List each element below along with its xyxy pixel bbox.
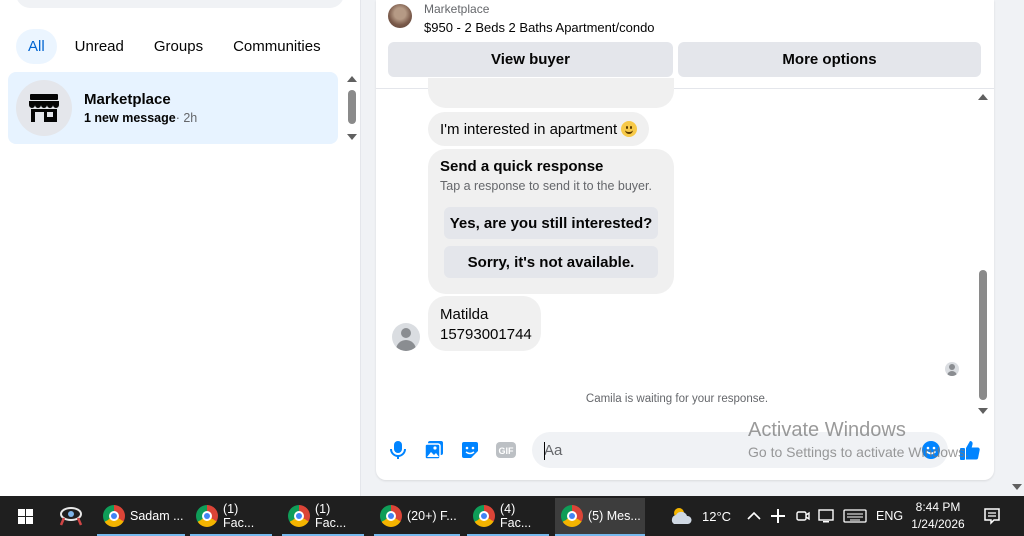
emoji-icon[interactable]	[919, 438, 943, 462]
taskbar-app-0[interactable]: Sadam ...	[97, 498, 185, 536]
network-icon[interactable]	[818, 496, 836, 536]
conversation-title: Marketplace	[84, 91, 171, 108]
scroll-up-icon[interactable]	[347, 76, 357, 82]
input-language[interactable]: ENG	[876, 496, 903, 536]
scrollbar-thumb[interactable]	[979, 270, 987, 400]
chat-header: Marketplace $950 - 2 Beds 2 Baths Apartm…	[376, 0, 994, 89]
chrome-icon	[103, 505, 125, 527]
listing-source: Marketplace	[424, 2, 490, 16]
message-text: I'm interested in apartment	[440, 120, 618, 138]
filter-communities[interactable]: Communities	[221, 29, 333, 64]
taskbar-app-3[interactable]: (20+) F...	[374, 498, 460, 536]
conversation-item-marketplace[interactable]: Marketplace 1 new message· 2h	[8, 72, 338, 144]
notification-center-icon[interactable]	[983, 496, 1001, 536]
keyboard-icon[interactable]	[843, 496, 867, 536]
taskbar-app-label: (20+) F...	[407, 509, 457, 523]
chrome-icon	[380, 505, 402, 527]
conversation-list-scrollbar[interactable]	[345, 76, 359, 140]
page-scrollbar[interactable]	[1009, 480, 1024, 496]
view-buyer-button[interactable]: View buyer	[388, 42, 673, 77]
clock-time: 8:44 PM	[915, 500, 961, 514]
photo-gallery-icon[interactable]	[422, 438, 446, 462]
quick-response-card: Send a quick response Tap a response to …	[428, 149, 674, 294]
chat-scrollbar[interactable]	[976, 92, 990, 416]
filter-unread[interactable]: Unread	[63, 29, 136, 64]
windows-logo-icon	[17, 508, 33, 524]
chat-window: Marketplace $950 - 2 Beds 2 Baths Apartm…	[376, 0, 994, 480]
seen-receipt-avatar	[945, 362, 959, 376]
meet-now-icon[interactable]	[795, 496, 811, 536]
message-composer: GIF	[376, 430, 994, 470]
filter-all[interactable]: All	[16, 29, 57, 64]
message-bubble-contact: Matilda 15793001744	[428, 296, 541, 351]
marketplace-store-icon	[16, 80, 72, 136]
quick-response-subtitle: Tap a response to send it to the buyer.	[440, 179, 652, 193]
message-bubble-interest: I'm interested in apartment	[428, 112, 650, 146]
quick-reply-still-interested-button[interactable]: Yes, are you still interested?	[444, 207, 658, 239]
text-cursor	[544, 442, 545, 460]
show-hidden-icons-chevron-icon[interactable]	[747, 496, 761, 536]
taskbar-app-2[interactable]: (1) Fac...	[282, 498, 364, 536]
quick-response-title: Send a quick response	[440, 158, 604, 175]
scroll-down-icon[interactable]	[347, 134, 357, 140]
system-clock[interactable]: 8:44 PM 1/24/2026	[903, 499, 973, 533]
listing-title[interactable]: $950 - 2 Beds 2 Baths Apartment/condo	[424, 20, 655, 35]
search-input[interactable]	[16, 0, 344, 8]
conversation-subtitle: 1 new message· 2h	[84, 111, 197, 125]
conversation-list-panel: All Unread Groups Communities Marketplac…	[0, 0, 361, 496]
weather-cloud-sun-icon	[671, 508, 692, 524]
taskbar-app-label: (5) Mes...	[588, 509, 641, 523]
taskbar-app-label: Sadam ...	[130, 509, 184, 523]
microphone-icon[interactable]	[386, 438, 410, 462]
chrome-icon	[196, 505, 218, 527]
message-input[interactable]	[532, 432, 948, 468]
sender-avatar[interactable]	[392, 323, 420, 351]
scroll-down-icon[interactable]	[1012, 484, 1022, 490]
filter-groups[interactable]: Groups	[142, 29, 215, 64]
sticker-icon[interactable]	[458, 438, 482, 462]
weather-widget[interactable]: 12°C	[668, 496, 731, 536]
plus-icon[interactable]	[770, 496, 786, 536]
new-message-count: 1 new message	[84, 111, 176, 125]
quick-reply-not-available-button[interactable]: Sorry, it's not available.	[444, 246, 658, 278]
more-options-button[interactable]: More options	[678, 42, 981, 77]
conversation-time: · 2h	[175, 111, 198, 125]
scroll-down-icon[interactable]	[978, 408, 988, 414]
contact-number: 15793001744	[440, 326, 532, 343]
taskbar-app-5[interactable]: (5) Mes...	[555, 498, 645, 536]
thumbs-up-icon[interactable]	[958, 438, 982, 462]
chrome-icon	[473, 505, 495, 527]
clock-date: 1/24/2026	[911, 517, 965, 531]
chrome-icon	[288, 505, 310, 527]
smiley-emoji-icon	[621, 121, 638, 137]
scrollbar-thumb[interactable]	[348, 90, 356, 124]
waiting-status: Camila is waiting for your response.	[585, 393, 769, 405]
windows-taskbar: Sadam ... (1) Fac... (1) Fac... (20+) F.…	[0, 496, 1024, 536]
scroll-up-icon[interactable]	[978, 94, 988, 100]
message-bubble	[428, 78, 674, 108]
weather-temperature: 12°C	[702, 508, 732, 524]
taskbar-app-1[interactable]: (1) Fac...	[190, 498, 272, 536]
taskbar-app-label: (1) Fac...	[315, 502, 347, 530]
gif-icon[interactable]: GIF	[494, 438, 518, 462]
taskbar-app-4[interactable]: (4) Fac...	[467, 498, 549, 536]
listing-thumbnail[interactable]	[388, 4, 412, 28]
contact-name: Matilda	[440, 306, 489, 323]
taskbar-app-label: (1) Fac...	[223, 502, 255, 530]
svg-text:GIF: GIF	[499, 446, 515, 456]
filter-tabs: All Unread Groups Communities	[16, 29, 333, 64]
chrome-icon	[561, 505, 583, 527]
pinned-app-icon[interactable]	[58, 496, 84, 536]
windows-start-button[interactable]	[6, 496, 44, 536]
taskbar-app-label: (4) Fac...	[500, 502, 532, 530]
